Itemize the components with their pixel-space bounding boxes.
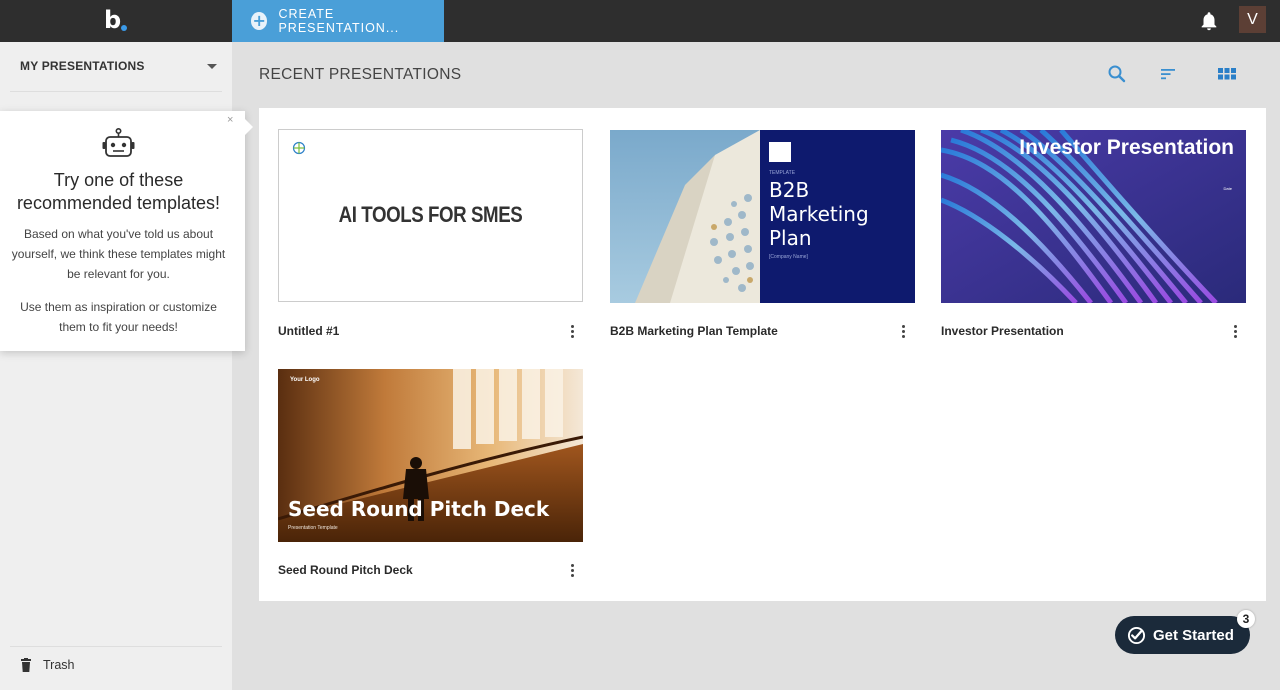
thumbnail-logo: Your Logo	[290, 377, 320, 383]
sidebar-divider	[10, 646, 222, 647]
sidebar-divider	[10, 91, 222, 92]
top-bar: b + CREATE PRESENTATION... V	[0, 0, 1280, 42]
more-options-icon[interactable]	[567, 563, 577, 579]
thumbnail-title: Seed Round Pitch Deck	[288, 497, 550, 521]
presentation-name[interactable]: Untitled #1	[278, 324, 339, 338]
trash-label: Trash	[43, 658, 75, 672]
thumbnail-title: AI TOOLS FOR SMES	[338, 202, 523, 227]
presentation-thumbnail[interactable]: Investor Presentation Date	[941, 130, 1246, 303]
building-illustration	[635, 130, 760, 303]
chevron-down-icon[interactable]	[207, 64, 217, 69]
thumbnail-title: Investor Presentation	[1019, 136, 1234, 159]
more-options-icon[interactable]	[898, 324, 908, 340]
presentation-name[interactable]: Investor Presentation	[941, 324, 1064, 338]
create-presentation-label: CREATE PRESENTATION...	[278, 7, 400, 35]
thumbnail-subtitle: Presentation Template	[288, 525, 338, 531]
more-options-icon[interactable]	[567, 324, 577, 340]
create-presentation-button[interactable]: + CREATE PRESENTATION...	[232, 0, 444, 42]
presentation-name[interactable]: B2B Marketing Plan Template	[610, 324, 778, 338]
search-icon[interactable]	[1107, 64, 1127, 84]
trash-icon	[21, 658, 31, 672]
presentation-thumbnail[interactable]: TEMPLATE B2B Marketing Plan [Company Nam…	[610, 130, 915, 303]
logo-letter: b	[104, 6, 122, 34]
get-started-label: Get Started	[1153, 626, 1234, 644]
popover-arrow	[245, 119, 253, 135]
get-started-button[interactable]: Get Started	[1115, 616, 1250, 654]
logo-mark-icon	[292, 141, 306, 155]
thumbnail-title: B2B Marketing Plan	[769, 178, 869, 250]
plus-icon: +	[251, 11, 268, 30]
grid-view-icon[interactable]	[1217, 64, 1237, 84]
sidebar-item-trash[interactable]: Trash	[20, 658, 75, 672]
check-circle-icon	[1127, 626, 1146, 644]
presentation-name[interactable]: Seed Round Pitch Deck	[278, 563, 413, 577]
more-options-icon[interactable]	[1230, 324, 1240, 340]
sort-icon[interactable]	[1158, 64, 1178, 84]
thumbnail-logo-box	[769, 142, 791, 162]
robot-icon	[102, 128, 135, 157]
thumbnail-date: Date	[1223, 186, 1232, 191]
thumbnail-subtitle: [Company Name]	[769, 254, 808, 260]
app-logo[interactable]: b	[0, 0, 232, 42]
popover-hint: Use them as inspiration or customize the…	[20, 300, 217, 334]
thumbnail-kicker: TEMPLATE	[769, 170, 796, 176]
logo-dot	[121, 25, 127, 31]
user-avatar[interactable]: V	[1239, 6, 1266, 33]
popover-title: Try one of these recommended templates!	[16, 170, 221, 213]
close-icon[interactable]: ×	[227, 114, 233, 126]
page-title: RECENT PRESENTATIONS	[259, 66, 462, 83]
recommended-templates-popover: × Try one of these recommended templates…	[0, 111, 253, 351]
my-presentations-label[interactable]: MY PRESENTATIONS	[20, 59, 145, 73]
popover-description: Based on what you've told us about yours…	[11, 227, 226, 281]
notification-badge: 3	[1237, 610, 1255, 628]
presentation-thumbnail[interactable]: Your Logo Seed Round Pitch Deck Presenta…	[278, 369, 583, 542]
presentation-thumbnail[interactable]: AI TOOLS FOR SMES	[278, 129, 583, 302]
bell-icon[interactable]	[1198, 10, 1220, 32]
